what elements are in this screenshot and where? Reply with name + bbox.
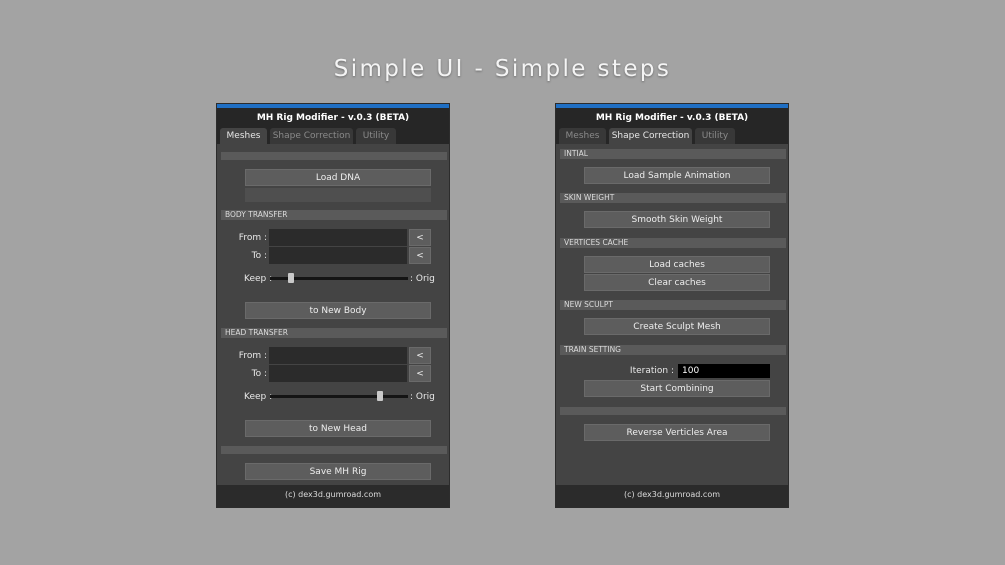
- meshes-tab-content: Load DNA BODY TRANSFER From : < To : < K…: [217, 144, 449, 486]
- panel-title: MH Rig Modifier - v.0.3 (BETA): [556, 108, 788, 128]
- head-from-field[interactable]: [269, 347, 407, 364]
- section-header-train-setting: TRAIN SETTING: [560, 345, 786, 355]
- head-keep-slider-handle[interactable]: [377, 391, 384, 401]
- panel-footer-credit: (c) dex3d.gumroad.com: [556, 485, 788, 507]
- smooth-skin-weight-button[interactable]: Smooth Skin Weight: [584, 211, 770, 228]
- head-from-pick-button[interactable]: <: [409, 347, 431, 364]
- tab-shape-correction[interactable]: Shape Correction: [270, 128, 353, 144]
- section-separator: [221, 152, 447, 160]
- head-to-pick-button[interactable]: <: [409, 365, 431, 382]
- dna-path-display: [245, 188, 431, 202]
- tab-bar: Meshes Shape Correction Utility: [556, 128, 788, 144]
- head-keep-slider-track[interactable]: [270, 395, 408, 398]
- to-new-head-button[interactable]: to New Head: [245, 420, 431, 437]
- head-keep-label: Keep :: [244, 392, 273, 402]
- body-keep-label: Keep :: [244, 274, 273, 284]
- tab-utility[interactable]: Utility: [356, 128, 396, 144]
- tab-meshes[interactable]: Meshes: [559, 128, 606, 144]
- load-caches-button[interactable]: Load caches: [584, 256, 770, 273]
- load-sample-animation-button[interactable]: Load Sample Animation: [584, 167, 770, 184]
- tab-shape-correction[interactable]: Shape Correction: [609, 128, 692, 144]
- body-from-pick-button[interactable]: <: [409, 229, 431, 246]
- shape-correction-tab-content: INTIAL Load Sample Animation SKIN WEIGHT…: [556, 144, 788, 486]
- create-sculpt-mesh-button[interactable]: Create Sculpt Mesh: [584, 318, 770, 335]
- to-new-body-button[interactable]: to New Body: [245, 302, 431, 319]
- rig-modifier-panel-shape-correction: MH Rig Modifier - v.0.3 (BETA) Meshes Sh…: [555, 103, 789, 508]
- panel-footer-credit: (c) dex3d.gumroad.com: [217, 485, 449, 507]
- body-from-label: From :: [238, 233, 267, 243]
- body-keep-slider-handle[interactable]: [287, 273, 294, 283]
- section-header-skin-weight: SKIN WEIGHT: [560, 193, 786, 203]
- section-header-vertices-cache: VERTICES CACHE: [560, 238, 786, 248]
- section-header-head-transfer: HEAD TRANSFER: [221, 328, 447, 338]
- reverse-vertices-area-button[interactable]: Reverse Verticles Area: [584, 424, 770, 441]
- page-headline: Simple UI - Simple steps: [333, 56, 672, 82]
- clear-caches-button[interactable]: Clear caches: [584, 274, 770, 291]
- tab-meshes[interactable]: Meshes: [220, 128, 267, 144]
- body-to-field[interactable]: [269, 247, 407, 264]
- head-from-label: From :: [238, 351, 267, 361]
- start-combining-button[interactable]: Start Combining: [584, 380, 770, 397]
- section-header-initial: INTIAL: [560, 149, 786, 159]
- body-orig-label: : Orig: [410, 274, 435, 284]
- section-separator: [221, 446, 447, 454]
- iteration-label: Iteration :: [629, 366, 674, 376]
- body-to-label: To :: [251, 251, 267, 261]
- section-header-body-transfer: BODY TRANSFER: [221, 210, 447, 220]
- panel-title: MH Rig Modifier - v.0.3 (BETA): [217, 108, 449, 128]
- section-separator: [560, 407, 786, 415]
- head-orig-label: : Orig: [410, 392, 435, 402]
- body-from-field[interactable]: [269, 229, 407, 246]
- rig-modifier-panel-meshes: MH Rig Modifier - v.0.3 (BETA) Meshes Sh…: [216, 103, 450, 508]
- head-to-label: To :: [251, 369, 267, 379]
- section-header-new-sculpt: NEW SCULPT: [560, 300, 786, 310]
- tab-bar: Meshes Shape Correction Utility: [217, 128, 449, 144]
- save-mh-rig-button[interactable]: Save MH Rig: [245, 463, 431, 480]
- load-dna-button[interactable]: Load DNA: [245, 169, 431, 186]
- iteration-input[interactable]: [678, 364, 770, 378]
- head-to-field[interactable]: [269, 365, 407, 382]
- body-to-pick-button[interactable]: <: [409, 247, 431, 264]
- tab-utility[interactable]: Utility: [695, 128, 735, 144]
